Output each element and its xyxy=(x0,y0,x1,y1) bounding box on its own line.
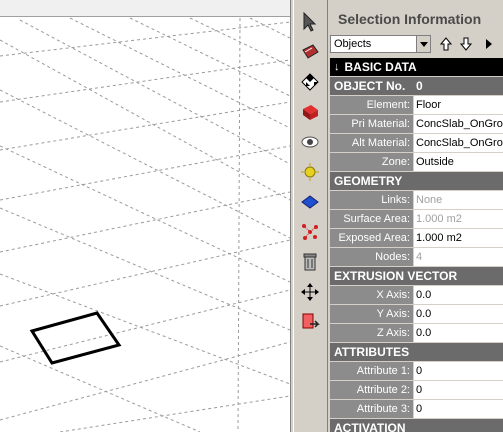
z-axis-field[interactable]: 0.0 xyxy=(414,324,503,342)
nodes-icon[interactable] xyxy=(298,220,322,244)
x-axis-field[interactable]: 0.0 xyxy=(414,286,503,304)
tool-strip xyxy=(294,0,328,432)
grid-canvas[interactable] xyxy=(0,0,290,432)
property-row-exposed-area[interactable]: Exposed Area: 1.000 m2 xyxy=(330,229,503,248)
alt-material-field[interactable]: ConcSlab_OnGround xyxy=(414,134,503,152)
red-block-icon[interactable] xyxy=(298,100,322,124)
eye-icon[interactable] xyxy=(298,130,322,154)
sun-icon[interactable] xyxy=(298,160,322,184)
property-row-links: Links: None xyxy=(330,191,503,210)
zone-field[interactable]: Outside xyxy=(414,153,503,171)
attribute-3-field[interactable]: 0 xyxy=(414,400,503,418)
property-row-element[interactable]: Element: Floor xyxy=(330,96,503,115)
move-icon[interactable] xyxy=(298,280,322,304)
selected-floor-object xyxy=(29,311,122,365)
section-geometry[interactable]: GEOMETRY xyxy=(330,172,503,191)
attribute-2-field[interactable]: 0 xyxy=(414,381,503,399)
object-filter-select[interactable]: Objects xyxy=(330,35,431,53)
property-row-z-axis[interactable]: Z Axis: 0.0 xyxy=(330,324,503,343)
property-row-nodes: Nodes: 4 xyxy=(330,248,503,267)
section-attributes[interactable]: ATTRIBUTES xyxy=(330,343,503,362)
y-axis-field[interactable]: 0.0 xyxy=(414,305,503,323)
checker-icon[interactable] xyxy=(298,70,322,94)
pointer-icon[interactable] xyxy=(298,10,322,34)
selection-information-panel: Selection Information Objects ↓ BASIC DA… xyxy=(328,0,503,432)
object-number-label: OBJECT No. xyxy=(334,78,406,93)
property-row-attribute-3[interactable]: Attribute 3: 0 xyxy=(330,400,503,419)
links-field: None xyxy=(414,191,503,209)
select-tool-icon[interactable] xyxy=(298,40,322,64)
property-row-attribute-1[interactable]: Attribute 1: 0 xyxy=(330,362,503,381)
surface-area-field: 1.000 m2 xyxy=(414,210,503,228)
property-row-zone[interactable]: Zone: Outside xyxy=(330,153,503,172)
property-row-alt-material[interactable]: Alt Material: ConcSlab_OnGround xyxy=(330,134,503,153)
section-basic-data[interactable]: ↓ BASIC DATA xyxy=(330,58,503,77)
exposed-area-field[interactable]: 1.000 m2 xyxy=(414,229,503,247)
blue-plane-icon[interactable] xyxy=(298,190,322,214)
object-number-value: 0 xyxy=(416,78,423,93)
object-number-row: OBJECT No. 0 xyxy=(330,77,503,96)
property-row-y-axis[interactable]: Y Axis: 0.0 xyxy=(330,305,503,324)
nodes-field: 4 xyxy=(414,248,503,266)
arrow-up-icon[interactable] xyxy=(438,36,454,52)
arrow-right-icon[interactable] xyxy=(481,36,497,52)
element-field[interactable]: Floor xyxy=(414,96,503,114)
property-row-surface-area: Surface Area: 1.000 m2 xyxy=(330,210,503,229)
attribute-1-field[interactable]: 0 xyxy=(414,362,503,380)
property-row-attribute-2[interactable]: Attribute 2: 0 xyxy=(330,381,503,400)
pri-material-field[interactable]: ConcSlab_OnGround xyxy=(414,115,503,133)
chevron-down-icon[interactable] xyxy=(416,36,430,52)
panel-title: Selection Information xyxy=(338,11,482,27)
trash-icon[interactable] xyxy=(298,250,322,274)
property-grid: ↓ BASIC DATA OBJECT No. 0 Element: Floor… xyxy=(330,58,503,432)
collapse-icon[interactable]: ↓ xyxy=(334,58,340,77)
section-extrusion-vector[interactable]: EXTRUSION VECTOR xyxy=(330,267,503,286)
property-row-x-axis[interactable]: X Axis: 0.0 xyxy=(330,286,503,305)
object-filter-value: Objects xyxy=(334,38,372,50)
property-row-pri-material[interactable]: Pri Material: ConcSlab_OnGround xyxy=(330,115,503,134)
section-activation[interactable]: ACTIVATION xyxy=(330,419,503,432)
arrow-down-icon[interactable] xyxy=(458,36,474,52)
3d-viewport[interactable] xyxy=(0,0,290,432)
export-icon[interactable] xyxy=(298,310,322,334)
